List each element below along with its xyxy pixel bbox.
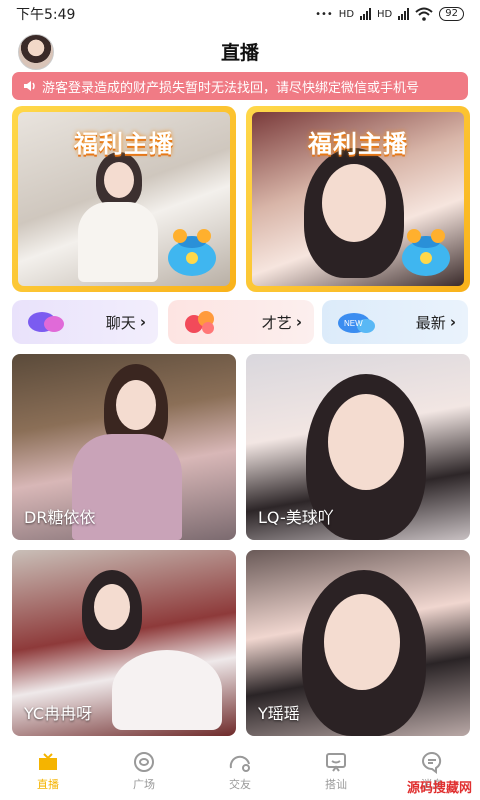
svg-text:NEW: NEW xyxy=(344,319,363,328)
chip-label: 聊天 xyxy=(105,313,136,332)
streamer-card[interactable]: LQ-美球吖 xyxy=(246,354,470,540)
banner-title: 福利主播 xyxy=(308,130,408,158)
chat-bubble-icon xyxy=(28,312,64,332)
streamer-name: Y瑶瑶 xyxy=(258,704,300,723)
streamer-card[interactable]: YC冉冉呀 xyxy=(12,550,236,736)
tab-label: 广场 xyxy=(133,778,155,791)
watermark: 源码搜藏网 xyxy=(406,781,472,796)
chip-talent[interactable]: 才艺 › xyxy=(168,300,314,344)
banner-title: 福利主播 xyxy=(74,130,174,158)
header: 直播 xyxy=(0,30,480,70)
plaza-icon xyxy=(134,752,154,772)
tab-plaza[interactable]: 广场 xyxy=(96,740,192,800)
chat-up-icon xyxy=(326,753,346,772)
battery-indicator: 92 xyxy=(439,7,464,21)
tab-friends[interactable]: 交友 xyxy=(192,740,288,800)
signal-icon xyxy=(360,8,372,20)
talent-icon xyxy=(185,311,214,334)
notice-bar[interactable]: 游客登录造成的财产损失暂时无法找回，请尽快绑定微信或手机号 xyxy=(12,72,468,100)
tab-chat-up[interactable]: 搭讪 xyxy=(288,740,384,800)
chip-label: 最新 xyxy=(415,313,446,332)
network-label-2: HD xyxy=(377,8,393,20)
chip-chat[interactable]: 聊天 › xyxy=(12,300,158,344)
live-icon xyxy=(39,753,57,770)
page-title: 直播 xyxy=(220,42,259,64)
welfare-banner-2[interactable]: 福利主播 xyxy=(246,106,470,292)
chevron-right-icon: › xyxy=(139,313,146,331)
welfare-banner-1[interactable]: 福利主播 xyxy=(12,106,236,292)
new-badge-icon: NEW xyxy=(338,313,375,333)
notice-text: 游客登录造成的财产损失暂时无法找回，请尽快绑定微信或手机号 xyxy=(42,80,420,96)
dots-icon: ••• xyxy=(315,8,333,20)
signal-icon-2 xyxy=(398,8,410,20)
streamer-name: DR糖依依 xyxy=(24,508,96,527)
message-icon xyxy=(422,751,442,774)
bottom-tab-bar: 直播 广场 交友 搭讪 消息 源码搜藏网 xyxy=(0,740,480,800)
wifi-icon xyxy=(415,7,433,21)
streamer-card[interactable]: Y瑶瑶 xyxy=(246,550,470,736)
banner-photo: 福利主播 xyxy=(252,112,464,286)
network-label-1: HD xyxy=(338,8,355,20)
tab-live[interactable]: 直播 xyxy=(0,740,96,800)
streamer-name: YC冉冉呀 xyxy=(24,704,93,723)
status-bar: 下午5:49 ••• HD HD 92 xyxy=(0,0,480,28)
friends-icon xyxy=(229,755,250,772)
tab-label: 直播 xyxy=(37,778,59,791)
streamer-name: LQ-美球吖 xyxy=(258,508,334,527)
banner-photo: 福利主播 xyxy=(18,112,230,286)
status-icons: ••• HD HD 92 xyxy=(315,7,464,21)
chevron-right-icon: › xyxy=(295,313,302,331)
tab-label: 搭讪 xyxy=(325,778,347,791)
status-time: 下午5:49 xyxy=(16,7,76,23)
streamer-card[interactable]: DR糖依依 xyxy=(12,354,236,540)
gift-bag-icon xyxy=(168,229,216,276)
chip-label: 才艺 xyxy=(261,313,292,332)
speaker-icon xyxy=(24,81,35,91)
gift-bag-icon xyxy=(402,229,450,276)
chevron-right-icon: › xyxy=(449,313,456,331)
chip-newest[interactable]: NEW 最新 › xyxy=(322,300,468,344)
tab-label: 交友 xyxy=(229,778,251,791)
